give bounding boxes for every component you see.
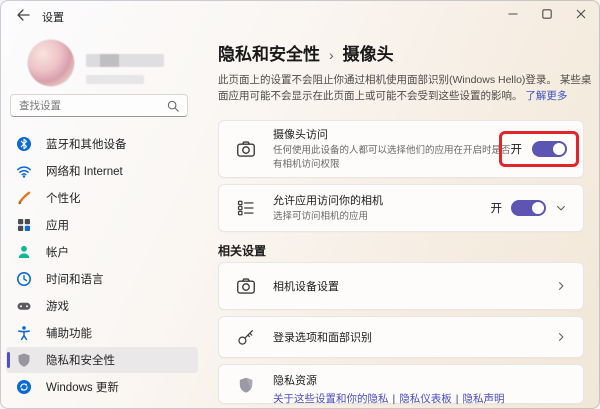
sidebar-item-network[interactable]: 网络和 Internet	[6, 158, 198, 184]
minimize-button[interactable]	[496, 0, 530, 28]
wifi-icon	[16, 163, 32, 179]
sidebar-item-accounts[interactable]: 帐户	[6, 239, 198, 265]
chevron-down-icon[interactable]	[555, 202, 567, 214]
key-icon	[235, 328, 257, 346]
clock-globe-icon	[16, 271, 32, 287]
sidebar-item-label: 辅助功能	[46, 325, 92, 341]
search-box[interactable]	[10, 94, 188, 117]
sidebar-item-bluetooth[interactable]: 蓝牙和其他设备	[6, 131, 198, 157]
sidebar-item-privacy-security[interactable]: 隐私和安全性	[6, 347, 198, 373]
toggle-knob	[532, 202, 544, 214]
sidebar-item-label: 时间和语言	[46, 271, 104, 287]
search-icon	[167, 100, 179, 112]
paintbrush-icon	[16, 190, 32, 206]
sidebar-item-label: 帐户	[46, 244, 69, 260]
sidebar-item-personalization[interactable]: 个性化	[6, 185, 198, 211]
link-separator: |	[456, 393, 459, 405]
person-icon	[16, 244, 32, 260]
breadcrumb-parent[interactable]: 隐私和安全性	[218, 40, 320, 65]
toggle-state-label: 开	[511, 141, 523, 157]
main-content: 隐私和安全性 › 摄像头 此页面上的设置不会阻止你通过相机使用面部识别(Wind…	[208, 30, 600, 409]
sidebar-item-label: 蓝牙和其他设备	[46, 136, 127, 152]
game-controller-icon	[16, 298, 32, 314]
search-input[interactable]	[19, 100, 167, 112]
back-arrow-icon	[16, 9, 30, 21]
sidebar-item-label: 游戏	[46, 298, 69, 314]
app-list-icon	[235, 199, 257, 217]
camera-access-toggle[interactable]	[532, 141, 567, 157]
app-title: 设置	[42, 9, 64, 25]
maximize-button[interactable]	[530, 0, 564, 28]
settings-window: 设置	[0, 0, 600, 409]
user-email-redacted	[86, 75, 144, 84]
breadcrumb-separator: ›	[329, 47, 334, 63]
allow-apps-card[interactable]: 允许应用访问你的相机 选择可访问相机的应用 开	[218, 184, 584, 232]
user-name-redacted	[86, 54, 164, 67]
breadcrumb: 隐私和安全性 › 摄像头	[218, 40, 394, 65]
selected-indicator	[7, 352, 10, 368]
sidebar-nav: 蓝牙和其他设备 网络和 Internet 个性化	[0, 130, 204, 401]
close-button[interactable]	[564, 0, 598, 28]
shield-icon	[16, 352, 32, 368]
camera-access-description: 任何使用此设备的人都可以选择他们的应用在开启时是否有相机访问权限	[273, 144, 511, 172]
privacy-statement-link[interactable]: 隐私声明	[462, 393, 504, 405]
sidebar-item-label: Windows 更新	[46, 379, 119, 395]
allow-apps-description: 选择可访问相机的应用	[273, 210, 491, 224]
chevron-right-icon	[555, 331, 567, 343]
link-separator: |	[393, 393, 396, 405]
related-settings-header: 相关设置	[218, 242, 266, 259]
camera-icon	[235, 139, 257, 159]
bluetooth-icon	[16, 136, 32, 152]
sidebar-item-windows-update[interactable]: Windows 更新	[6, 374, 198, 400]
allow-apps-title: 允许应用访问你的相机	[273, 192, 491, 208]
sidebar: 蓝牙和其他设备 网络和 Internet 个性化	[0, 30, 208, 409]
signin-options-card[interactable]: 登录选项和面部识别	[218, 316, 584, 358]
sidebar-item-label: 应用	[46, 217, 69, 233]
privacy-resources-card: 隐私资源 关于这些设置和你的隐私|隐私仪表板|隐私声明	[218, 364, 584, 404]
sidebar-item-gaming[interactable]: 游戏	[6, 293, 198, 319]
maximize-icon	[542, 9, 552, 19]
allow-apps-toggle[interactable]	[511, 200, 546, 216]
windows-update-icon	[16, 379, 32, 395]
toggle-knob	[553, 143, 565, 155]
camera-device-settings-title: 相机设备设置	[273, 278, 555, 294]
annotation-highlight-box: 开	[499, 131, 580, 167]
sidebar-item-label: 网络和 Internet	[46, 163, 123, 179]
user-avatar[interactable]	[28, 40, 74, 86]
privacy-resources-title: 隐私资源	[273, 372, 567, 388]
apps-icon	[16, 217, 32, 233]
back-button[interactable]	[12, 4, 34, 26]
privacy-dashboard-link[interactable]: 隐私仪表板	[399, 393, 452, 405]
sidebar-item-time-language[interactable]: 时间和语言	[6, 266, 198, 292]
signin-options-title: 登录选项和面部识别	[273, 329, 555, 345]
camera-device-settings-card[interactable]: 相机设备设置	[218, 262, 584, 310]
sidebar-item-label: 隐私和安全性	[46, 352, 115, 368]
privacy-resources-links: 关于这些设置和你的隐私|隐私仪表板|隐私声明	[273, 391, 567, 406]
toggle-state-label: 开	[491, 200, 503, 216]
sidebar-item-apps[interactable]: 应用	[6, 212, 198, 238]
page-title: 摄像头	[343, 40, 394, 65]
accessibility-icon	[16, 325, 32, 341]
camera-icon	[235, 276, 257, 296]
page-description: 此页面上的设置不会阻止你通过相机使用面部识别(Windows Hello)登录。…	[218, 72, 593, 105]
shield-icon	[235, 376, 257, 394]
titlebar: 设置	[0, 0, 600, 30]
minimize-icon	[508, 9, 518, 19]
learn-more-link[interactable]: 了解更多	[525, 90, 567, 102]
chevron-right-icon	[555, 280, 567, 292]
close-icon	[576, 9, 586, 19]
sidebar-item-label: 个性化	[46, 190, 81, 206]
camera-access-card: 摄像头访问 任何使用此设备的人都可以选择他们的应用在开启时是否有相机访问权限 开	[218, 120, 584, 178]
about-settings-privacy-link[interactable]: 关于这些设置和你的隐私	[273, 393, 389, 405]
sidebar-item-accessibility[interactable]: 辅助功能	[6, 320, 198, 346]
